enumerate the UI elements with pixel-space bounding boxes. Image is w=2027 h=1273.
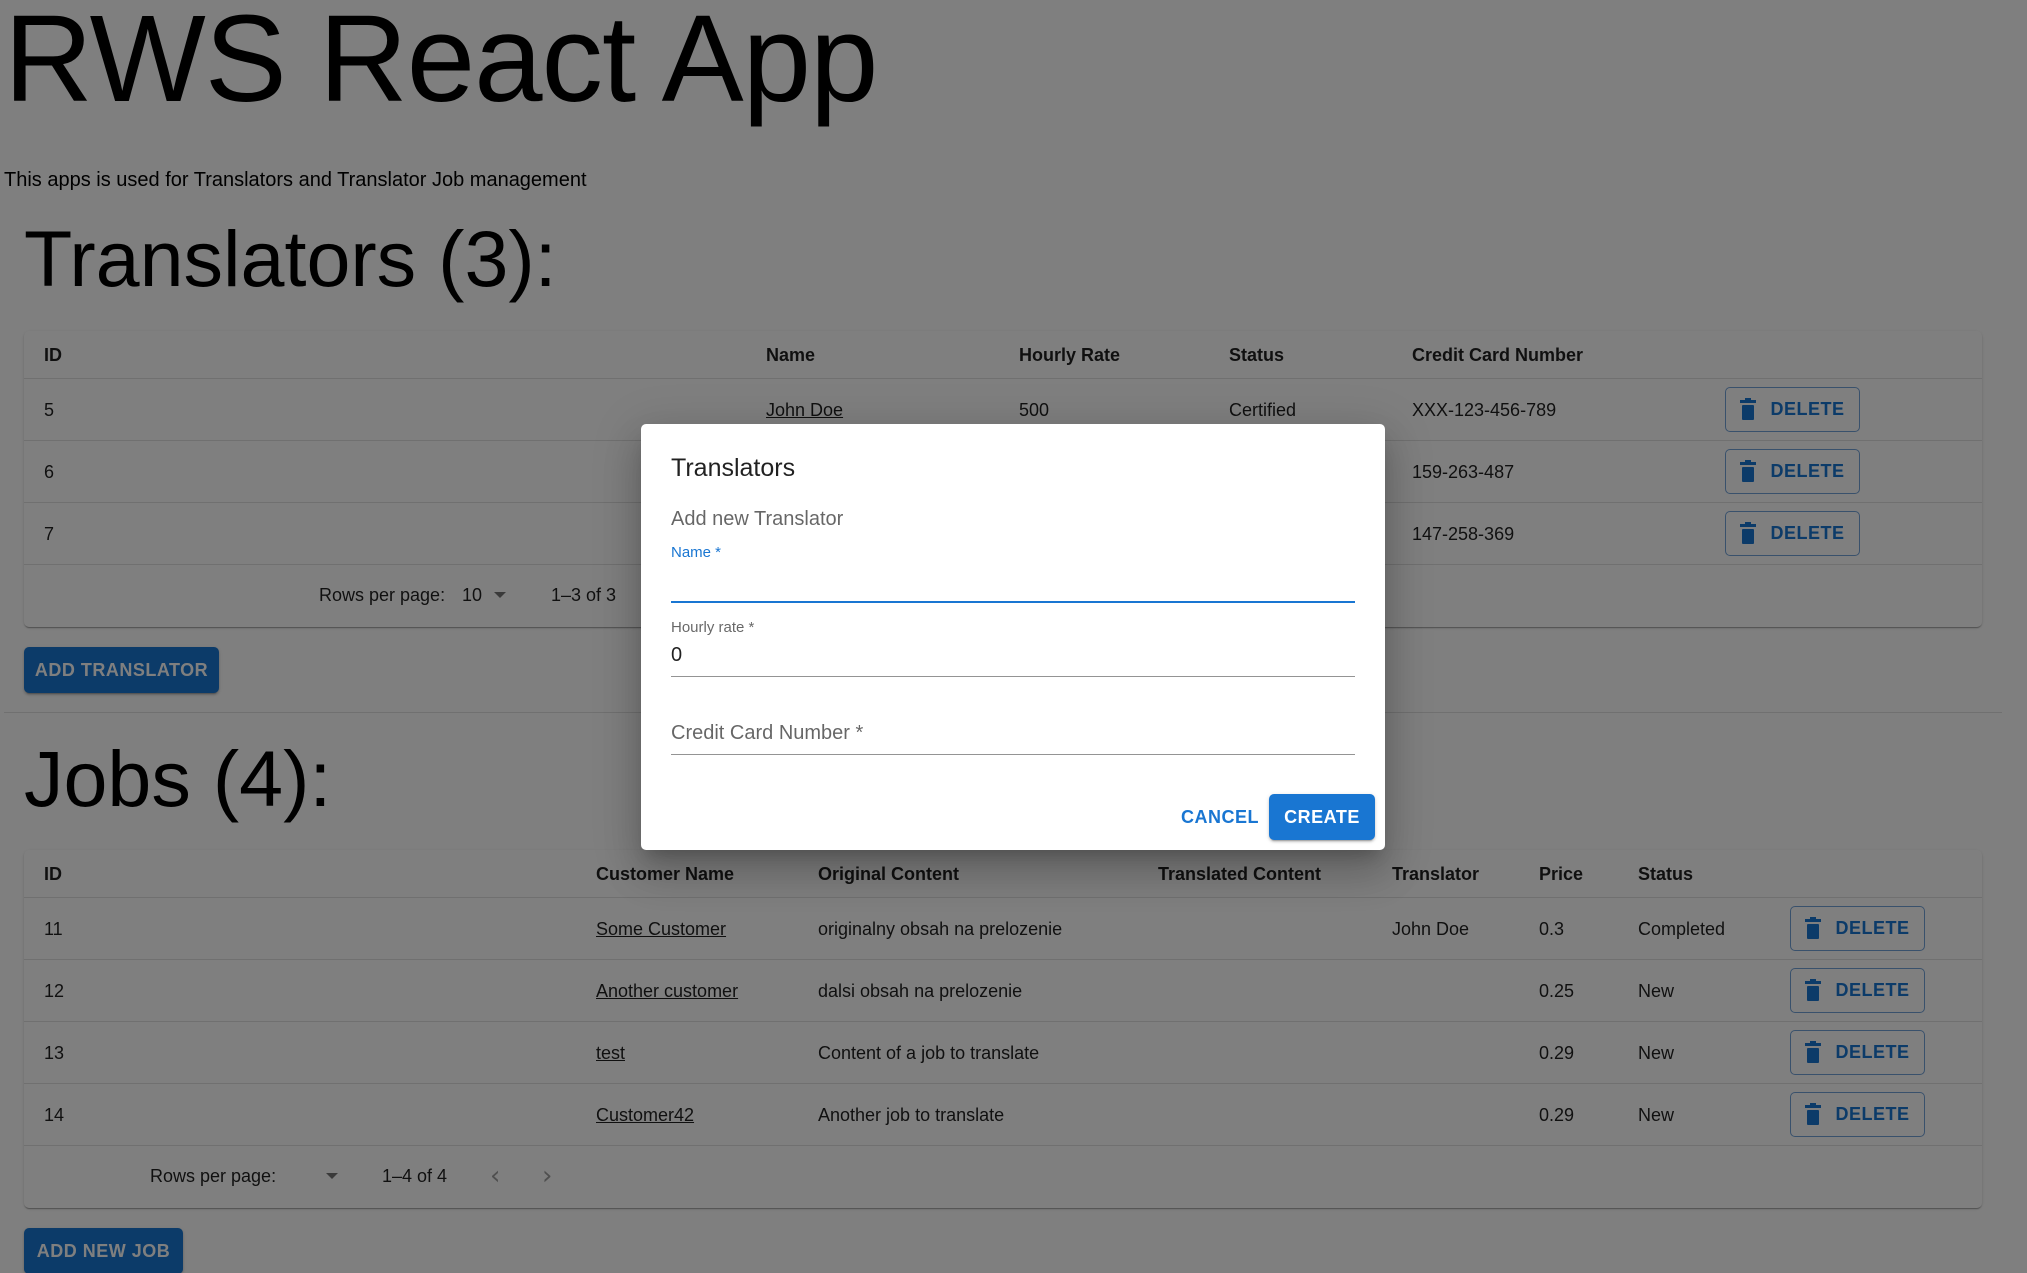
- dialog-title: Translators: [671, 454, 796, 482]
- name-field[interactable]: Name *: [671, 544, 1355, 604]
- create-button[interactable]: CREATE: [1269, 794, 1375, 840]
- hourly-rate-field-label: Hourly rate *: [671, 619, 755, 636]
- name-field-underline: [671, 601, 1355, 603]
- credit-card-field[interactable]: Credit Card Number *: [671, 692, 1355, 755]
- cancel-button[interactable]: CANCEL: [1169, 794, 1271, 840]
- page: RWS React App This apps is used for Tran…: [0, 0, 2027, 1273]
- name-field-label: Name *: [671, 544, 722, 561]
- hourly-rate-field-value: 0: [671, 644, 683, 666]
- add-translator-dialog: Translators Add new Translator Name * Ho…: [641, 424, 1385, 850]
- dialog-subtitle: Add new Translator: [671, 508, 844, 530]
- credit-card-field-placeholder: Credit Card Number *: [671, 722, 864, 744]
- credit-card-field-underline: [671, 754, 1355, 755]
- hourly-rate-field[interactable]: Hourly rate * 0: [671, 619, 1355, 679]
- hourly-rate-field-underline: [671, 676, 1355, 677]
